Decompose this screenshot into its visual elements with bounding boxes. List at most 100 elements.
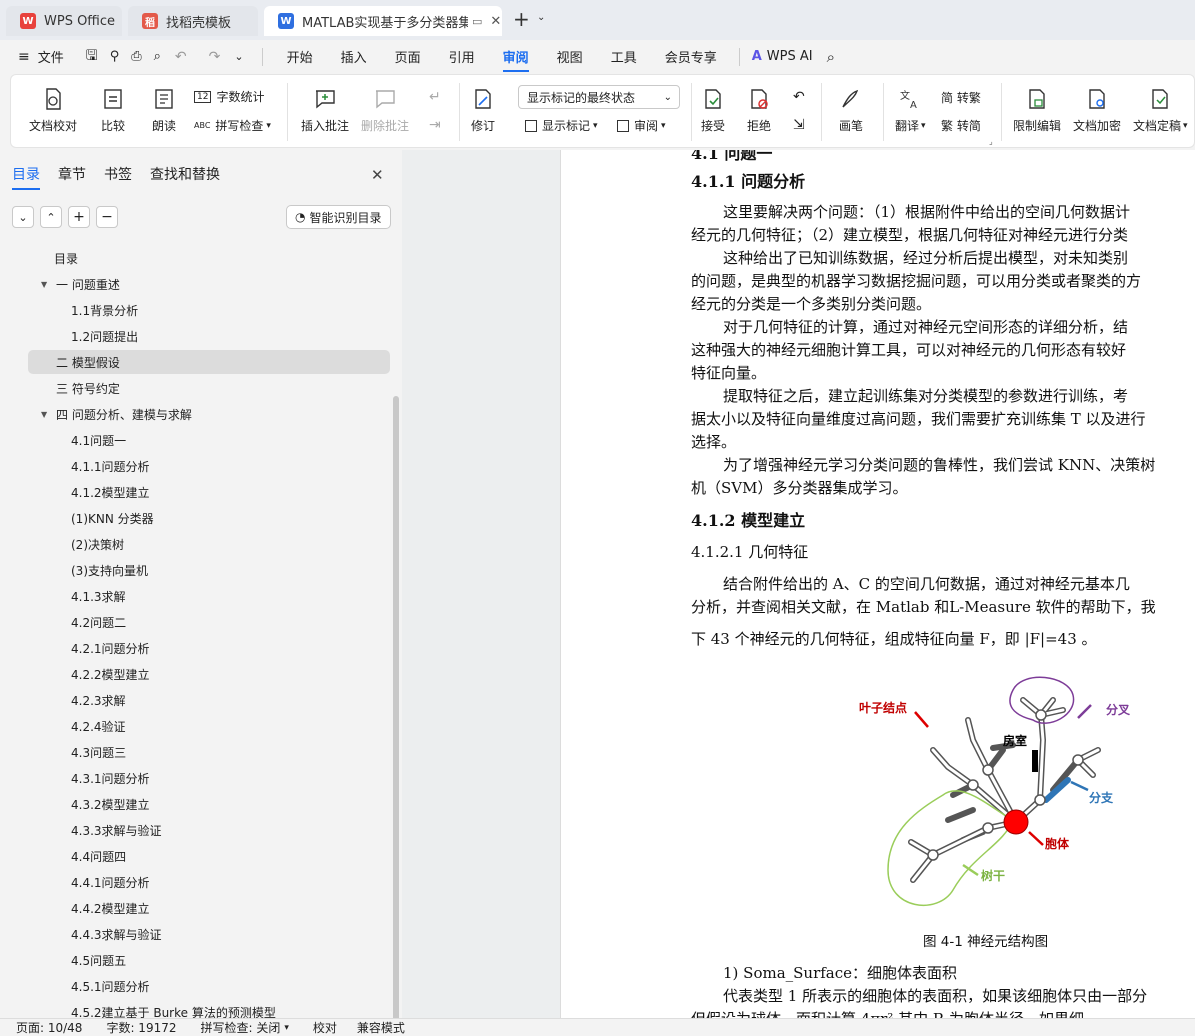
- delete-comment-button[interactable]: 删除批注: [361, 87, 409, 134]
- toc-item[interactable]: 二 模型假设: [28, 350, 390, 374]
- toc-item[interactable]: ▼ 一 问题重述: [41, 272, 120, 296]
- add-heading-button[interactable]: +: [68, 206, 90, 228]
- toc-item[interactable]: 4.3问题三: [71, 740, 126, 764]
- print-icon[interactable]: ⎙: [131, 49, 141, 64]
- menu-item-member[interactable]: 会员专享: [651, 47, 731, 66]
- search-icon[interactable]: ⌕: [827, 48, 835, 66]
- prev-comment-icon[interactable]: ↵: [429, 89, 441, 105]
- accept-button[interactable]: 接受: [701, 87, 725, 134]
- to-traditional-button[interactable]: 简 转繁: [941, 89, 981, 106]
- redo-icon[interactable]: ↷: [209, 49, 221, 65]
- tab-document[interactable]: W MATLAB实现基于多分类器集成学... ▭ ✕: [264, 6, 502, 36]
- toc-item[interactable]: 4.4问题四: [71, 844, 126, 868]
- proofread-status[interactable]: 校对: [313, 1019, 337, 1036]
- toc-item[interactable]: (2)决策树: [71, 532, 124, 556]
- next-comment-icon[interactable]: ⇥: [429, 117, 441, 133]
- toc-item[interactable]: 4.3.3求解与验证: [71, 818, 162, 842]
- toc-scrollbar[interactable]: [393, 396, 399, 1028]
- read-aloud-button[interactable]: 朗读: [152, 87, 176, 134]
- menu-item-page[interactable]: 页面: [381, 47, 435, 66]
- toc-item[interactable]: 目录: [54, 246, 78, 270]
- toc-item[interactable]: 4.1问题一: [71, 428, 126, 452]
- toc-item[interactable]: 4.2.2模型建立: [71, 662, 150, 686]
- hamburger-icon[interactable]: ≡: [18, 49, 30, 65]
- screen-icon[interactable]: ▭: [472, 15, 482, 28]
- word-count-button[interactable]: 12 字数统计: [194, 88, 264, 105]
- more-chevron-icon[interactable]: ⌄: [234, 50, 243, 63]
- next-change-icon[interactable]: ⇲: [793, 117, 805, 133]
- new-tab-button[interactable]: +: [513, 7, 530, 31]
- menu-item-view[interactable]: 视图: [543, 47, 597, 66]
- toc-item[interactable]: 4.5问题五: [71, 948, 126, 972]
- track-changes-button[interactable]: 修订: [471, 87, 495, 134]
- toc-item[interactable]: 4.2.3求解: [71, 688, 126, 712]
- toc-item[interactable]: 4.2.1问题分析: [71, 636, 150, 660]
- spell-check-status[interactable]: 拼写检查: 关闭: [201, 1019, 281, 1036]
- toc-item[interactable]: 4.1.1问题分析: [71, 454, 150, 478]
- expand-caret-icon[interactable]: ▼: [41, 410, 47, 419]
- toc-item[interactable]: (1)KNN 分类器: [71, 506, 154, 530]
- toc-item[interactable]: 4.1.3求解: [71, 584, 126, 608]
- expand-up-button[interactable]: ⌃: [40, 206, 62, 228]
- spell-check-button[interactable]: ABC 拼写检查 ▾: [194, 117, 271, 134]
- restrict-edit-button[interactable]: 限制编辑: [1013, 87, 1061, 134]
- collapse-all-button[interactable]: ⌄: [12, 206, 34, 228]
- toc-item[interactable]: 4.2.4验证: [71, 714, 126, 738]
- finalize-button[interactable]: 文档定稿 ▾: [1133, 87, 1188, 134]
- toc-item[interactable]: ▼ 四 问题分析、建模与求解: [41, 402, 192, 426]
- markup-state-select[interactable]: 显示标记的最终状态 ⌄: [518, 85, 680, 109]
- toc-item[interactable]: 4.4.3求解与验证: [71, 922, 162, 946]
- nav-tab-toc[interactable]: 目录: [12, 164, 40, 190]
- toc-item[interactable]: (3)支持向量机: [71, 558, 148, 582]
- page-indicator[interactable]: 页面: 10/48: [16, 1019, 82, 1036]
- close-tab-icon[interactable]: ✕: [490, 14, 501, 29]
- chevron-down-icon[interactable]: ⌄: [537, 12, 545, 23]
- toc-item[interactable]: 4.3.2模型建立: [71, 792, 150, 816]
- chevron-down-icon[interactable]: ▾: [284, 1023, 289, 1033]
- nav-tab-find-replace[interactable]: 查找和替换: [150, 164, 220, 190]
- word-count-status[interactable]: 字数: 19172: [106, 1019, 176, 1036]
- smart-toc-button[interactable]: ◔ 智能识别目录: [286, 205, 391, 229]
- toc-item[interactable]: 1.1背景分析: [71, 298, 138, 322]
- print-preview-icon[interactable]: ⌕: [154, 49, 161, 64]
- expand-caret-icon[interactable]: ▼: [41, 280, 47, 289]
- remove-heading-button[interactable]: −: [96, 206, 118, 228]
- toc-item[interactable]: 4.4.2模型建立: [71, 896, 150, 920]
- tab-templates[interactable]: 稻 找稻壳模板: [128, 6, 258, 36]
- toc-item[interactable]: 4.4.1问题分析: [71, 870, 150, 894]
- nav-tab-chapters[interactable]: 章节: [58, 164, 86, 190]
- prev-change-icon[interactable]: ↶: [793, 89, 805, 105]
- nav-tab-bookmarks[interactable]: 书签: [104, 164, 132, 190]
- toc-item[interactable]: 4.5.1问题分析: [71, 974, 150, 998]
- pen-button[interactable]: 画笔: [839, 87, 863, 134]
- menu-item-references[interactable]: 引用: [435, 47, 489, 66]
- menu-item-tools[interactable]: 工具: [597, 47, 651, 66]
- reject-button[interactable]: 拒绝: [747, 87, 771, 134]
- encrypt-button[interactable]: 文档加密: [1073, 87, 1121, 134]
- wps-ai-button[interactable]: WPS AI: [767, 49, 813, 64]
- chevron-down-icon: ▾: [921, 120, 926, 131]
- toc-item[interactable]: 4.1.2模型建立: [71, 480, 150, 504]
- share-icon[interactable]: ⚲: [110, 49, 120, 64]
- save-icon[interactable]: 🖫: [86, 45, 98, 69]
- review-pane-button[interactable]: 审阅 ▾: [617, 117, 666, 134]
- compare-button[interactable]: 比较: [101, 87, 125, 134]
- close-icon[interactable]: ✕: [371, 166, 384, 184]
- dialog-launcher-icon[interactable]: ⌟: [989, 137, 993, 146]
- doc-check-button[interactable]: 文档校对: [29, 87, 77, 134]
- tab-wps-office[interactable]: W WPS Office: [6, 6, 122, 36]
- translate-button[interactable]: 文A 翻译 ▾: [895, 87, 926, 134]
- show-markup-button[interactable]: 显示标记 ▾: [525, 117, 598, 134]
- insert-comment-button[interactable]: 插入批注: [301, 87, 349, 134]
- toc-item-label: 4.3问题三: [71, 745, 127, 760]
- toc-item[interactable]: 三 符号约定: [56, 376, 120, 400]
- menu-item-home[interactable]: 开始: [273, 47, 327, 66]
- toc-item[interactable]: 1.2问题提出: [71, 324, 138, 348]
- menu-item-review[interactable]: 审阅: [502, 41, 529, 72]
- undo-icon[interactable]: ↶: [175, 49, 187, 65]
- to-simplified-button[interactable]: 繁 转简: [941, 117, 981, 134]
- toc-item[interactable]: 4.3.1问题分析: [71, 766, 150, 790]
- toc-item[interactable]: 4.2问题二: [71, 610, 126, 634]
- file-menu[interactable]: 文件: [38, 47, 64, 66]
- menu-item-insert[interactable]: 插入: [327, 47, 381, 66]
